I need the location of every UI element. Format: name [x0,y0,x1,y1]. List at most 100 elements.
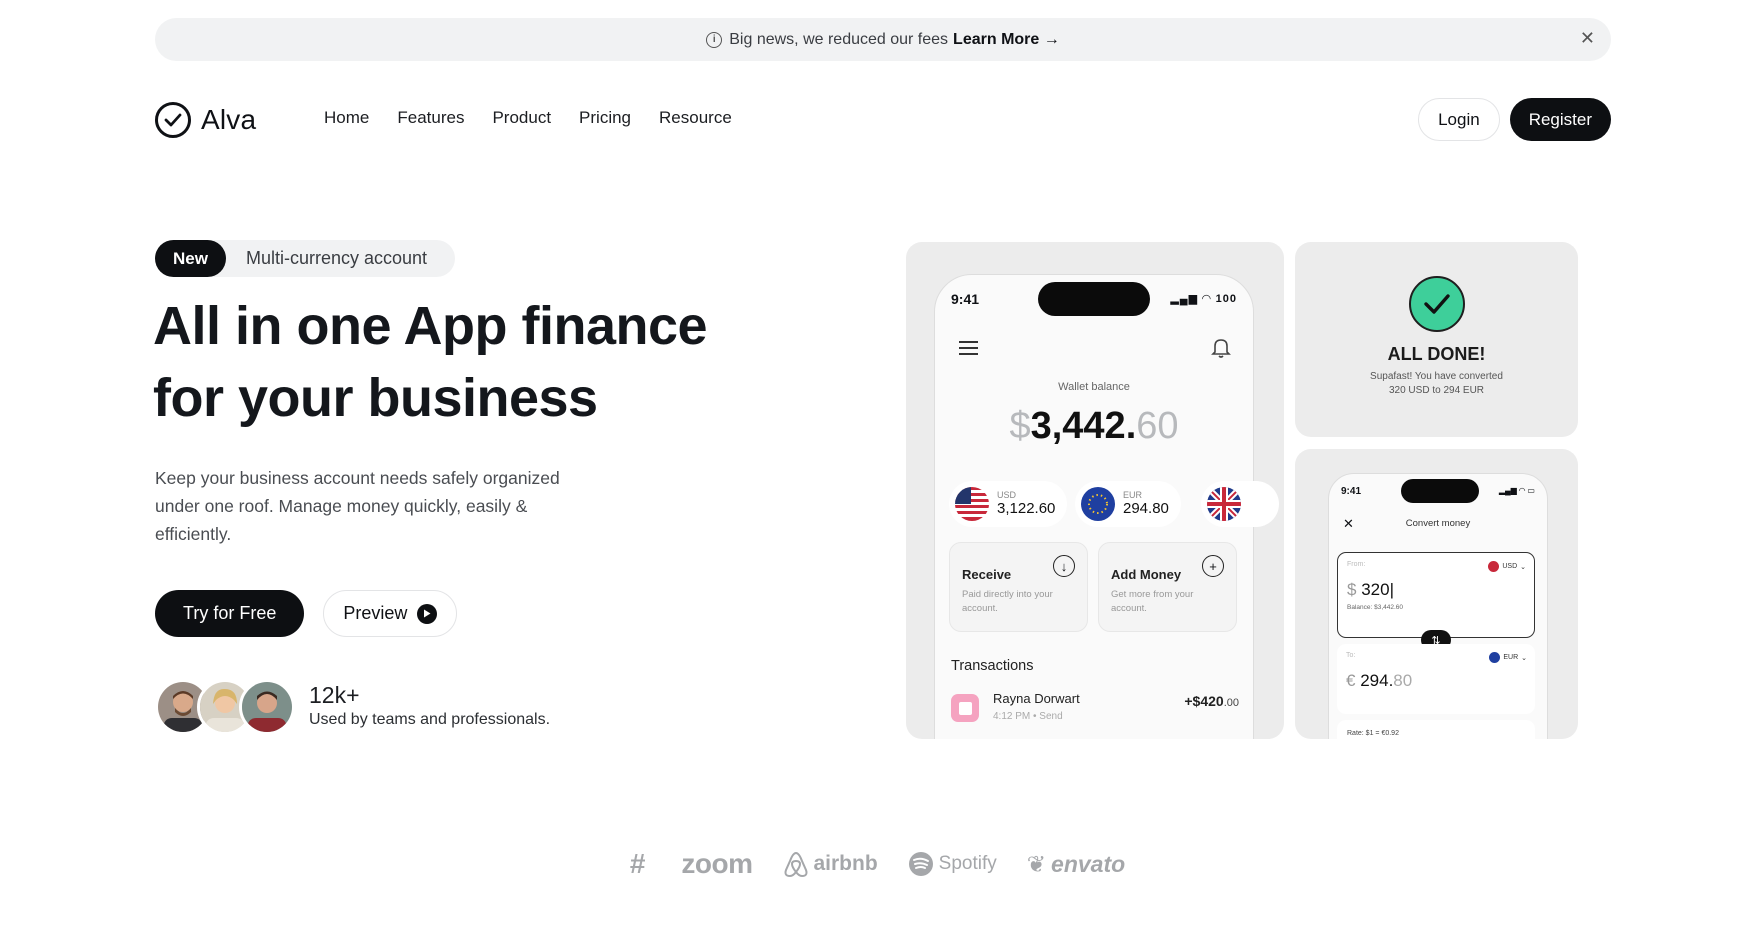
to-field[interactable]: To: EUR ⌄ € 294.80 [1337,644,1535,714]
currency-chip-gbp[interactable] [1201,481,1279,527]
wallet-preview-card: 9:41 ▂▄▆ ◠ 100 Wallet balance $3,442.60 … [906,242,1284,739]
status-icons: ▂▄▆ ◠ ▭ [1498,486,1535,495]
zoom-logo: zoom [681,848,753,879]
headline-line-1: All in one App finance [153,296,708,356]
uk-flag-icon [1207,487,1241,521]
preview-label: Preview [343,603,408,623]
status-icons: ▂▄▆ ◠ 100 [1170,293,1237,305]
chevron-down-icon: ⌄ [1520,563,1526,571]
check-circle-icon [155,102,191,138]
info-icon: i [706,31,723,48]
to-currency-select[interactable]: EUR ⌄ [1489,652,1527,663]
all-done-line-1: Supafast! You have converted [1370,371,1503,382]
from-currency-code: USD [1502,563,1518,570]
user-count-caption: Used by teams and professionals. [309,711,551,728]
all-done-title: ALL DONE! [1387,344,1486,364]
status-time: 9:41 [1341,486,1362,497]
main-nav: Home Features Product Pricing Resource [324,108,732,128]
to-symbol: € [1346,671,1356,690]
balance-whole: 3,442 [1030,405,1126,447]
arrow-down-icon: ↓ [1053,555,1075,577]
airbnb-icon [784,851,807,878]
balance-cents: 60 [1136,405,1179,447]
hero-description: Keep your business account needs safely … [155,468,560,544]
user-count: 12k+ [309,682,360,708]
airbnb-logo: airbnb [783,850,878,878]
convert-money-card: 9:41 ▂▄▆ ◠ ▭ ✕ Convert money From: USD ⌄ … [1295,449,1578,739]
receive-desc: Paid directly into your account. [962,589,1053,614]
status-time: 9:41 [951,291,980,307]
transaction-name: Rayna Dorwart [993,691,1080,706]
avatar [239,679,295,735]
spotify-wordmark: Spotify [938,853,997,874]
nav-resource[interactable]: Resource [659,108,732,128]
from-amount: $ 320| [1347,580,1394,599]
currency-chip-usd[interactable]: USD 3,122.60 [949,481,1068,527]
pill-text: Multi-currency account [245,248,428,268]
avatar-group [155,679,295,735]
transaction-amount: +$420.00 [1184,693,1239,709]
nav-product[interactable]: Product [492,108,551,128]
envato-logo: ❦ envato [1027,851,1125,878]
chip-eur-code: EUR [1123,490,1143,500]
logo[interactable]: Alva [155,102,256,138]
chip-usd-code: USD [997,490,1017,500]
announcement-bar: i Big news, we reduced our fees Learn Mo… [155,18,1611,61]
add-money-card[interactable]: + Add Money Get more from your account. [1098,542,1237,632]
nav-home[interactable]: Home [324,108,369,128]
plus-icon: + [1202,555,1224,577]
chip-eur-amount: 294.80 [1123,500,1169,517]
envato-leaf-icon: ❦ [1026,850,1047,877]
login-button[interactable]: Login [1418,98,1500,141]
cta-group: Try for Free Preview [155,590,458,637]
feature-pill: New Multi-currency account [155,240,456,277]
dynamic-island [1038,282,1150,316]
all-done-card: ALL DONE! Supafast! You have converted 3… [1295,242,1578,437]
check-icon [1408,276,1465,332]
eu-flag-icon [1081,487,1115,521]
hero-headline: All in one App finance for your business [153,290,708,434]
balance-dot: . [1125,405,1137,447]
us-flag-icon [955,487,989,521]
from-currency-select[interactable]: USD ⌄ [1488,561,1526,572]
slack-logo-icon: # [629,848,646,879]
headline-line-2: for your business [153,368,598,428]
all-done-line-2: 320 USD to 294 EUR [1388,385,1485,396]
receive-card[interactable]: ↓ Receive Paid directly into your accoun… [949,542,1088,632]
play-icon [417,603,438,624]
preview-button[interactable]: Preview [323,590,458,637]
convert-title: Convert money [1405,518,1471,529]
transaction-icon [951,694,979,722]
spotify-logo: Spotify [908,851,997,877]
from-balance: Balance: $3,442.60 [1347,604,1404,611]
chevron-down-icon: ⌄ [1521,654,1527,662]
to-amount-whole: 294. [1360,671,1394,690]
bell-icon[interactable] [1211,337,1231,364]
wallet-balance: $3,442.60 [935,405,1253,448]
new-badge: New [155,240,226,277]
learn-more-link[interactable]: Learn More → [953,31,1060,49]
currency-chip-eur[interactable]: EUR 294.80 [1075,481,1181,527]
chip-usd-amount: 3,122.60 [997,500,1056,517]
to-amount: € 294.80 [1346,671,1526,691]
close-icon[interactable]: ✕ [1580,28,1595,49]
transaction-amount-cents: .00 [1223,697,1239,709]
from-field[interactable]: From: USD ⌄ $ 320| Balance: $3,442.60 [1337,552,1535,638]
phone-mockup-convert: 9:41 ▂▄▆ ◠ ▭ ✕ Convert money From: USD ⌄ … [1328,473,1548,739]
menu-icon[interactable] [959,341,978,359]
nav-features[interactable]: Features [397,108,464,128]
airbnb-wordmark: airbnb [813,852,878,875]
try-for-free-button[interactable]: Try for Free [155,590,305,637]
social-proof: 12k+ Used by teams and professionals. [309,682,550,729]
envato-wordmark: envato [1051,850,1126,877]
register-button[interactable]: Register [1509,98,1611,141]
wallet-balance-label: Wallet balance [1058,381,1130,393]
announcement-text: Big news, we reduced our fees [729,30,949,48]
battery-level: 100 [1215,293,1237,305]
nav-pricing[interactable]: Pricing [579,108,631,128]
dynamic-island [1401,479,1479,503]
phone-mockup: 9:41 ▂▄▆ ◠ 100 Wallet balance $3,442.60 … [934,274,1279,739]
auth-buttons: Login Register [1418,98,1611,141]
transactions-heading: Transactions [951,658,1034,674]
to-currency-code: EUR [1503,654,1519,661]
